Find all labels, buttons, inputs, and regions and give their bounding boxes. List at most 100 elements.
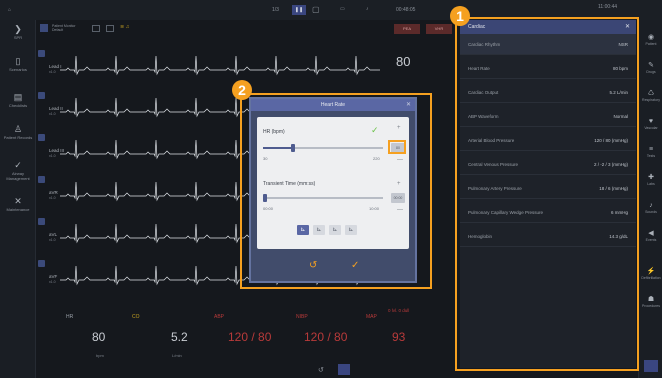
nav-label: Patient (645, 42, 657, 46)
spr-icon: ❯ (14, 24, 22, 34)
right-sidebar: ◉ Patient ✎ Drugs ♺ Respiratory ♥ Vascular ≡… (638, 20, 662, 378)
nav-spr[interactable]: ❯ SPR (0, 24, 36, 40)
stop-button[interactable]: ▢ (312, 5, 320, 14)
lungs-icon: ♺ (647, 90, 655, 97)
rnav-procedures[interactable]: ☗ Procedures (639, 296, 662, 308)
nav-label: Respiratory (642, 98, 660, 102)
speaker-icon[interactable]: ♪ (366, 6, 369, 12)
rnav-drugs[interactable]: ✎ Drugs (639, 62, 662, 74)
nav-label: Patient Records (3, 135, 33, 140)
highlight-dialog (240, 93, 432, 289)
nav-label: Tests (646, 154, 656, 158)
lead-gain: x1.0 (49, 238, 56, 242)
comment-icon[interactable] (338, 364, 350, 375)
nav-checklists[interactable]: ▤ Checklists (0, 92, 36, 108)
nav-label: Labs (647, 182, 655, 186)
print-icon[interactable] (106, 25, 114, 32)
labs-icon: ✚ (648, 174, 654, 181)
highlight-panel (455, 17, 639, 371)
hr-unit: bpm (96, 353, 104, 358)
home-icon[interactable]: ⌂ (8, 7, 11, 13)
nav-label: Checklists (8, 103, 28, 108)
monitor-config-icon[interactable] (40, 24, 48, 32)
left-sidebar: ❯ SPR ▯ Scenarios ▤ Checklists ♙ Patient Rec… (0, 20, 36, 378)
rnav-labs[interactable]: ✚ Labs (639, 174, 662, 186)
defib-icon: ⚡ (646, 268, 656, 275)
hr-mid-value: 80 (396, 54, 411, 69)
nav-label: Events (645, 238, 657, 242)
nav-label: Scenarios (9, 67, 27, 72)
patient-icon: ♙ (13, 124, 23, 134)
checklist-icon: ▤ (13, 92, 23, 102)
nav-patient-records[interactable]: ♙ Patient Records (0, 124, 36, 140)
lead-name: aVR (49, 190, 58, 195)
nav-maintenance[interactable]: ✕ Maintenance (0, 196, 36, 212)
lead-gain: x1.0 (49, 112, 56, 116)
undo-icon[interactable]: ↺ (318, 366, 324, 374)
lead-sq[interactable] (38, 134, 45, 141)
highlight-hr-field (388, 140, 406, 154)
rnav-vascular[interactable]: ♥ Vascular (639, 118, 662, 130)
monitor-header: Patient Monitor Default (52, 24, 76, 32)
lead-gain: x1.0 (49, 70, 56, 74)
nibp-value: 120 / 80 (304, 330, 348, 344)
nav-label: Defibrillation (641, 276, 661, 280)
tools-icon: ✕ (14, 196, 22, 206)
events-icon: ◀ (648, 230, 654, 237)
pause-button[interactable]: ❚❚ (292, 5, 306, 15)
alarm-tab[interactable]: VHR (426, 24, 452, 34)
map-value: 93 (392, 330, 406, 344)
rnav-tests[interactable]: ≡ Tests (639, 146, 662, 158)
heart-icon: ♥ (648, 118, 654, 125)
freeze-icon[interactable] (92, 25, 100, 32)
callout-badge-1: 1 (450, 6, 470, 26)
co-label: CO (132, 314, 140, 320)
tests-icon: ≡ (648, 146, 654, 153)
lead-sq[interactable] (38, 176, 45, 183)
airway-icon: ✓ (14, 160, 22, 170)
nav-label: Maintenance (6, 207, 30, 212)
hr-value: 80 (92, 330, 106, 344)
nav-airway[interactable]: ✓ Airway Management (0, 160, 36, 181)
lead-gain: x1.0 (49, 196, 56, 200)
lead-row: Lead Ix1.0 (36, 48, 390, 86)
nibp-label: NIBP (296, 314, 308, 320)
lead-sq[interactable] (38, 92, 45, 99)
rnav-respiratory[interactable]: ♺ Respiratory (639, 90, 662, 102)
nav-label: Procedures (642, 304, 660, 308)
co-value: 5.2 (171, 330, 188, 344)
lead-sq[interactable] (38, 260, 45, 267)
hr-label: HR (66, 314, 74, 320)
rnav-events[interactable]: ◀ Events (639, 230, 662, 242)
etco2-readout: 0 lvl. 0 dull (388, 308, 410, 313)
scenario-icon: ▯ (15, 56, 21, 66)
nav-label: Drugs (646, 70, 656, 74)
nav-label: Sounds (645, 210, 657, 214)
abp-value: 120 / 80 (228, 330, 272, 344)
lead-sq[interactable] (38, 218, 45, 225)
nav-label: Vascular (644, 126, 658, 130)
lead-name: aVL (49, 232, 58, 237)
callout-badge-2: 2 (232, 80, 252, 100)
abp-label: ABP (214, 314, 225, 320)
lead-gain: x1.0 (49, 154, 56, 158)
nav-scenarios[interactable]: ▯ Scenarios (0, 56, 36, 72)
rnav-sounds[interactable]: ♪ Sounds (639, 202, 662, 214)
clock-display: 11:00:44 (598, 4, 618, 10)
procedures-icon: ☗ (647, 296, 655, 303)
layout-icon[interactable]: ▭ (340, 6, 345, 12)
timer-display: 00:48:05 (396, 7, 416, 13)
page-indicator: 1/3 (272, 7, 279, 13)
ecg-wave (60, 55, 380, 76)
chat-icon[interactable] (644, 360, 658, 372)
lead-sq[interactable] (38, 50, 45, 57)
map-label: MAP (366, 314, 377, 320)
nav-label: Airway Management (6, 171, 30, 181)
sound-icon: ♪ (649, 202, 653, 209)
alarm-bell-icon[interactable]: ≋ ♫ (120, 24, 129, 30)
rnav-defib[interactable]: ⚡ Defibrillation (639, 268, 662, 280)
rnav-patient[interactable]: ◉ Patient (639, 34, 662, 46)
vitals-bar: HR 80 CO 5.2 bpm L/min ABP 120 / 80 NIBP… (36, 308, 456, 378)
alarm-tab[interactable]: PEA (394, 24, 420, 34)
patient-icon: ◉ (647, 34, 655, 41)
